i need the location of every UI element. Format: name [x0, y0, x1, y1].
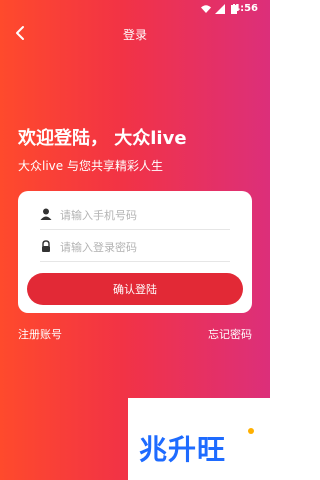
forgot-password-link[interactable]: 忘记密码 [208, 326, 252, 342]
watermark-logo: 兆升旺 [128, 398, 270, 480]
password-input[interactable] [58, 235, 232, 259]
lock-icon [42, 240, 50, 252]
page-title: 登录 [122, 28, 147, 42]
status-bar: 4:56 [0, 0, 270, 18]
welcome-headline: 欢迎登陆， 大众live [18, 128, 187, 149]
register-link[interactable]: 注册账号 [18, 326, 62, 342]
login-screen: 4:56 登录 欢迎登陆， 大众live 大众live 与您共享精彩人生 确认登… [0, 0, 270, 480]
top-nav: 登录 [0, 22, 270, 48]
watermark-text: 兆升旺 [139, 433, 227, 466]
confirm-login-button[interactable]: 确认登陆 [27, 273, 243, 305]
welcome-subline: 大众live 与您共享精彩人生 [18, 159, 163, 173]
phone-input[interactable] [58, 203, 232, 227]
watermark-dot [248, 428, 254, 434]
cellular-signal-icon [215, 4, 225, 14]
phone-field [40, 201, 232, 230]
status-time: 4:56 [233, 3, 258, 14]
password-field [40, 233, 232, 262]
wifi-icon [201, 5, 211, 13]
user-icon [40, 208, 52, 220]
login-card: 确认登陆 [18, 191, 252, 313]
